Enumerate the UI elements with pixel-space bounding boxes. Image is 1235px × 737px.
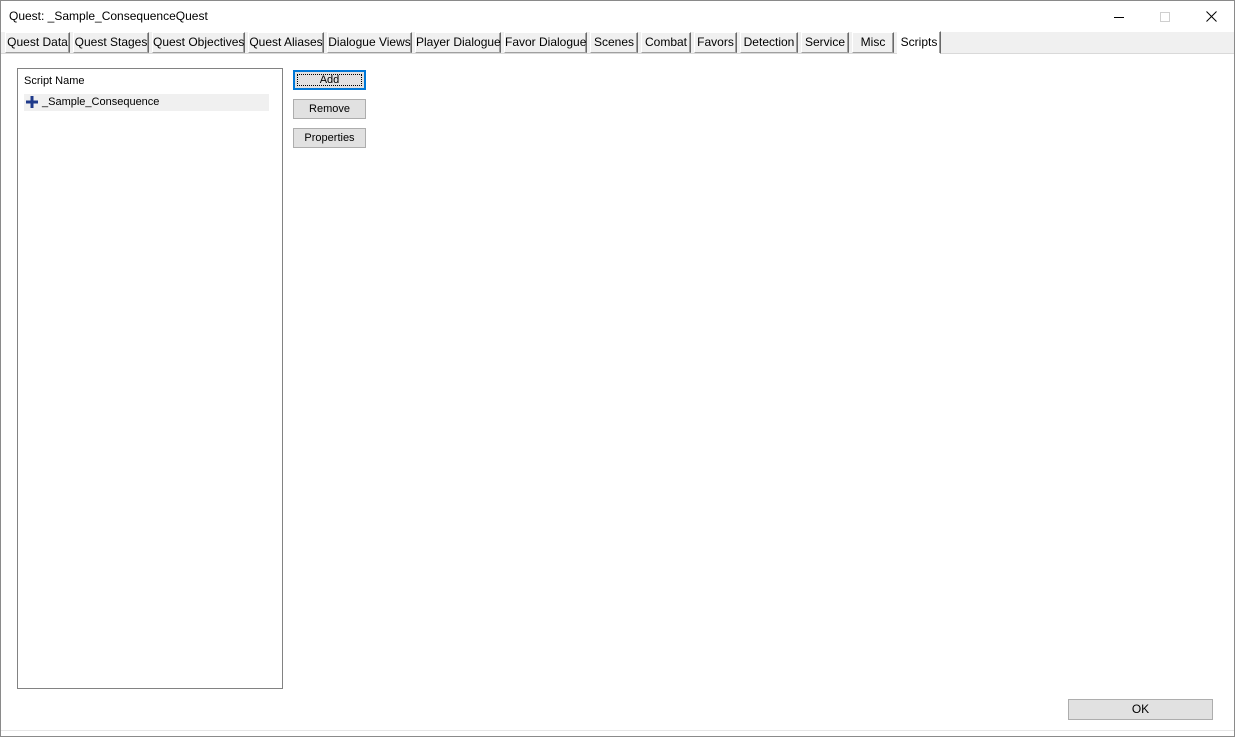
remove-script-button[interactable]: Remove [293,99,366,119]
tab-misc[interactable]: Misc [852,32,894,53]
add-script-label: Add [319,74,340,86]
close-button[interactable] [1188,1,1234,32]
tab-favors[interactable]: Favors [694,32,737,53]
tab-detection[interactable]: Detection [740,32,798,53]
add-script-button[interactable]: Add [293,70,366,90]
tab-divider [1,53,1234,54]
close-icon [1205,11,1217,22]
script-properties-button[interactable]: Properties [293,128,366,148]
maximize-icon [1160,11,1170,22]
ok-button[interactable]: OK [1068,699,1213,720]
tab-quest-data[interactable]: Quest Data [5,32,70,53]
minimize-icon [1114,16,1124,18]
tab-quest-stages[interactable]: Quest Stages [73,32,149,53]
maximize-button[interactable] [1142,1,1188,32]
tab-scripts[interactable]: Scripts [897,31,941,54]
tab-favor-dialogue[interactable]: Favor Dialogue [504,32,587,53]
tab-dialogue-views[interactable]: Dialogue Views [327,32,412,53]
tab-player-dialogue[interactable]: Player Dialogue [415,32,501,53]
tab-quest-aliases[interactable]: Quest Aliases [248,32,324,53]
tab-scenes[interactable]: Scenes [590,32,638,53]
title-bar[interactable]: Quest: _Sample_ConsequenceQuest [1,1,1234,32]
bottom-divider [1,730,1234,731]
script-list-item[interactable]: _Sample_Consequence [24,94,269,111]
tab-service[interactable]: Service [801,32,849,53]
script-name-column-header[interactable]: Script Name [24,75,85,87]
window-title: Quest: _Sample_ConsequenceQuest [9,9,208,23]
plus-icon[interactable] [26,96,38,108]
minimize-button[interactable] [1096,1,1142,32]
tab-quest-objectives[interactable]: Quest Objectives [152,32,245,53]
script-list[interactable]: Script Name _Sample_Consequence [17,68,283,689]
quest-window: Quest: _Sample_ConsequenceQuest Quest Da… [0,0,1235,737]
tab-combat[interactable]: Combat [641,32,691,53]
script-item-label: _Sample_Consequence [42,96,160,108]
